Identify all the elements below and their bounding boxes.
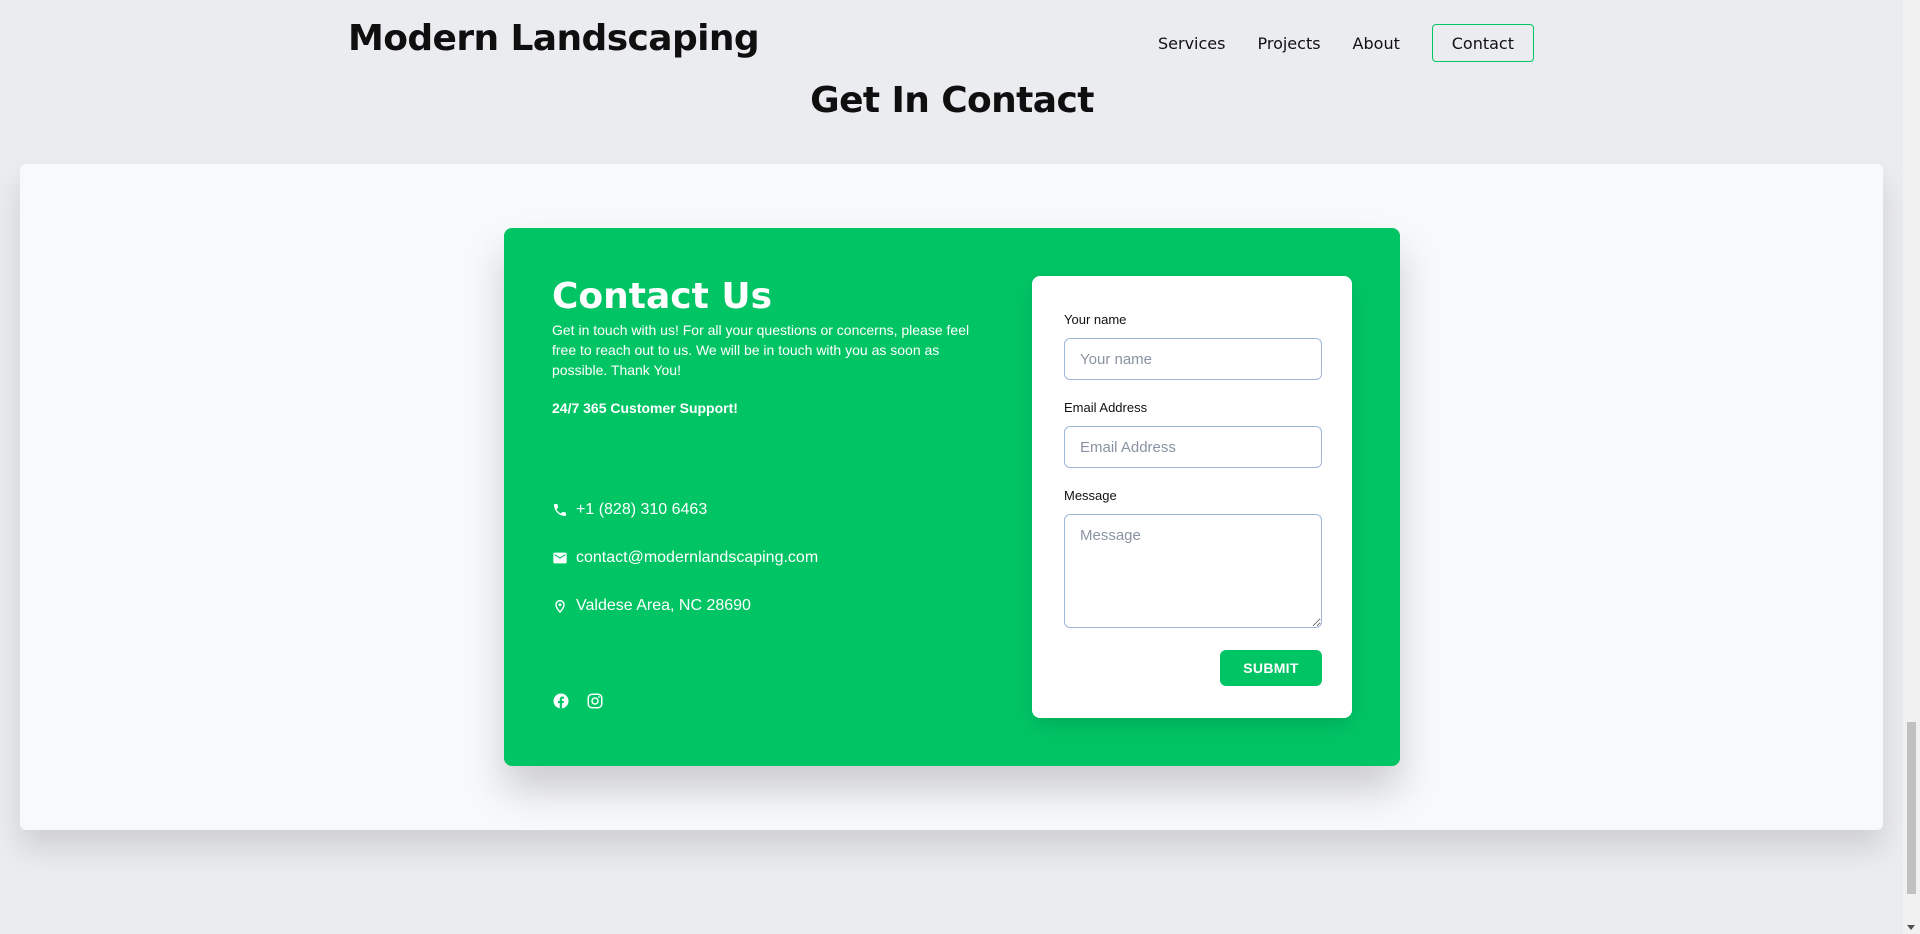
instagram-icon[interactable] [586, 692, 604, 710]
submit-button[interactable]: SUBMIT [1220, 650, 1322, 686]
mail-icon [552, 550, 568, 566]
email-address: contact@modernlandscaping.com [576, 549, 819, 566]
main-nav: Services Projects About Contact [1158, 24, 1534, 62]
support-text: 24/7 365 Customer Support! [552, 400, 738, 416]
facebook-icon[interactable] [552, 692, 570, 710]
contact-description: Get in touch with us! For all your quest… [552, 322, 970, 378]
email-item[interactable]: contact@modernlandscaping.com [552, 546, 818, 570]
message-input[interactable] [1064, 514, 1322, 628]
email-label: Email Address [1064, 400, 1148, 415]
phone-number: +1 (828) 310 6463 [576, 501, 708, 518]
address-item: Valdese Area, NC 28690 [552, 594, 818, 618]
contact-info: Contact Us Get in touch with us! For all… [552, 276, 992, 416]
page: Modern Landscaping Services Projects Abo… [0, 0, 1920, 934]
nav-link-about[interactable]: About [1353, 34, 1400, 53]
name-input[interactable] [1064, 338, 1322, 380]
contact-title: Contact Us [552, 276, 773, 317]
nav-link-projects[interactable]: Projects [1257, 34, 1320, 53]
name-label: Your name [1064, 312, 1127, 327]
contact-card: Contact Us Get in touch with us! For all… [504, 228, 1400, 766]
phone-icon [552, 502, 568, 518]
nav-link-services[interactable]: Services [1158, 34, 1225, 53]
phone-item[interactable]: +1 (828) 310 6463 [552, 498, 818, 522]
email-input[interactable] [1064, 426, 1322, 468]
contact-form: Your name Email Address Message SUBMIT [1032, 276, 1352, 718]
location-pin-icon [552, 598, 568, 614]
scroll-thumb[interactable] [1907, 722, 1916, 894]
address-text: Valdese Area, NC 28690 [576, 597, 751, 614]
nav-contact-button[interactable]: Contact [1431, 24, 1534, 62]
scroll-down-arrow-icon[interactable] [1907, 925, 1915, 930]
message-label: Message [1064, 488, 1117, 503]
page-scrollbar[interactable] [1903, 0, 1920, 934]
social-links [552, 692, 620, 710]
contact-details: +1 (828) 310 6463 contact@modernlandscap… [552, 498, 818, 642]
section-title: Get In Contact [810, 80, 1094, 121]
brand-logo[interactable]: Modern Landscaping [348, 18, 760, 59]
